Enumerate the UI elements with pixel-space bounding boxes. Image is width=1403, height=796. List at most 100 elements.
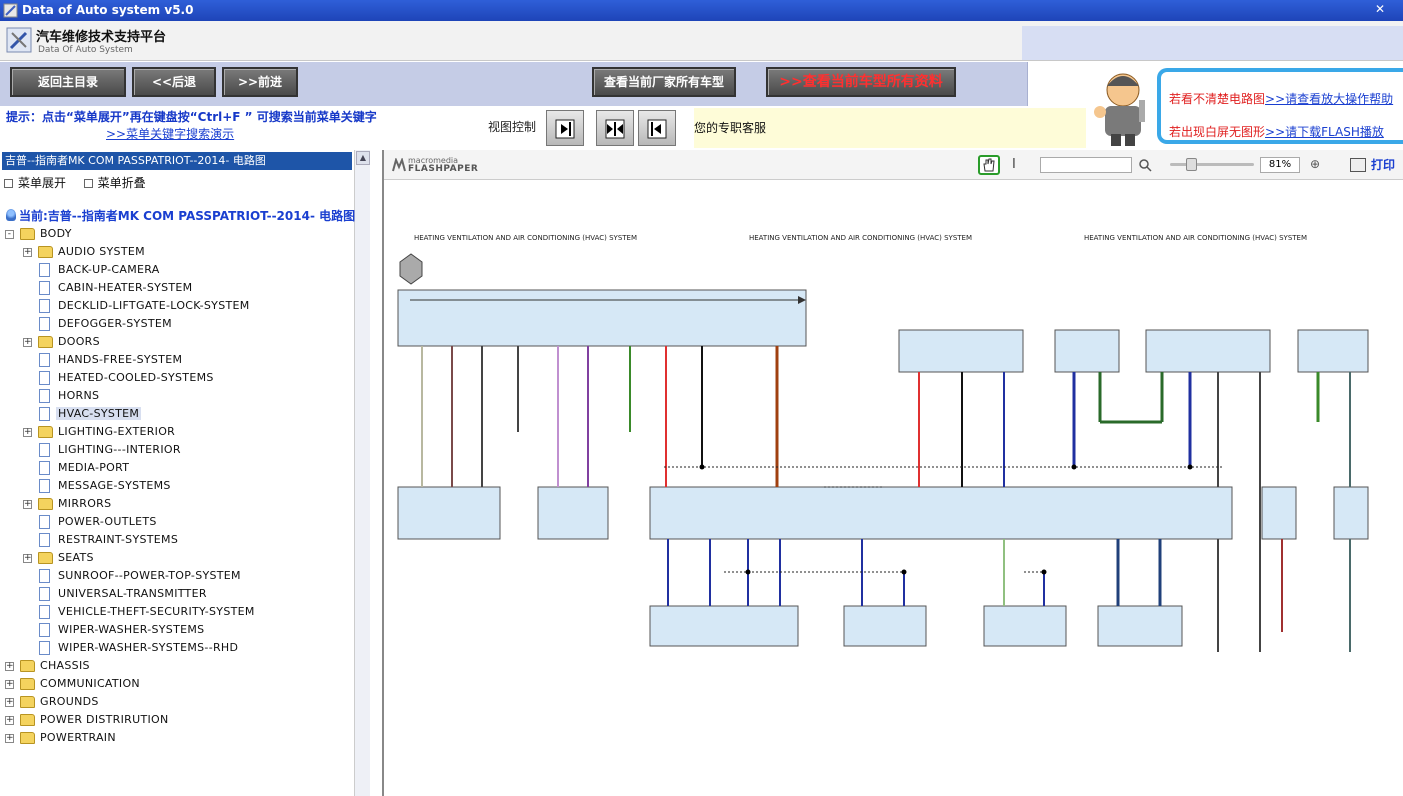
zoom-slider[interactable]	[1170, 163, 1254, 166]
tree-item[interactable]: DEFOGGER-SYSTEM	[0, 316, 354, 334]
wiring-diagram[interactable]: HEATING VENTILATION AND AIR CONDITIONING…	[384, 182, 1403, 796]
tree-item-label: SEATS	[58, 551, 94, 564]
tree-item[interactable]: + DOORS	[0, 334, 354, 352]
tree-item[interactable]: POWER-OUTLETS	[0, 514, 354, 532]
folder-icon	[20, 228, 35, 240]
tree-item[interactable]: VEHICLE-THEFT-SECURITY-SYSTEM	[0, 604, 354, 622]
tree-item[interactable]: SUNROOF--POWER-TOP-SYSTEM	[0, 568, 354, 586]
tree-item[interactable]: + COMMUNICATION	[0, 676, 354, 694]
tree-item-label: HVAC-SYSTEM	[56, 407, 142, 420]
document-icon	[39, 605, 50, 619]
collapse-icon	[83, 179, 93, 188]
platform-title: 汽车维修技术支持平台	[36, 30, 167, 45]
search-demo-link[interactable]: >>菜单关键字搜索演示	[106, 125, 234, 142]
tree-item[interactable]: + GROUNDS	[0, 694, 354, 712]
module-block	[649, 486, 1233, 540]
all-data-button[interactable]: >>查看当前车型所有资料	[766, 67, 956, 97]
hand-tool-icon[interactable]	[978, 155, 1000, 175]
view-control-label: 视图控制	[488, 120, 537, 134]
tree-item[interactable]: HANDS-FREE-SYSTEM	[0, 352, 354, 370]
module-block	[983, 605, 1067, 647]
text-select-icon[interactable]: I	[1012, 157, 1016, 172]
collapse-toggle-icon[interactable]: -	[5, 230, 14, 239]
tree-item[interactable]: + POWERTRAIN	[0, 730, 354, 748]
tree-item[interactable]: CABIN-HEATER-SYSTEM	[0, 280, 354, 298]
module-block	[1054, 329, 1120, 373]
tree-item[interactable]: DECKLID-LIFTGATE-LOCK-SYSTEM	[0, 298, 354, 316]
tree-item[interactable]: + SEATS	[0, 550, 354, 568]
print-icon[interactable]	[1350, 158, 1366, 172]
tree-item[interactable]: + CHASSIS	[0, 658, 354, 676]
tree-item-label: WIPER-WASHER-SYSTEMS--RHD	[58, 641, 239, 654]
expand-toggle-icon[interactable]: +	[5, 698, 14, 707]
expand-toggle-icon[interactable]: +	[23, 428, 32, 437]
back-button[interactable]: <<后退	[132, 67, 216, 97]
expand-toggle-icon[interactable]: +	[23, 554, 32, 563]
tree-item[interactable]: WIPER-WASHER-SYSTEMS--RHD	[0, 640, 354, 658]
split-view-button[interactable]	[596, 110, 634, 146]
maker-models-button[interactable]: 查看当前厂家所有车型	[592, 67, 736, 97]
forward-button[interactable]: >>前进	[222, 67, 298, 97]
tree-item[interactable]: - BODY	[0, 226, 354, 244]
expand-toggle-icon[interactable]: +	[23, 248, 32, 257]
tree-item[interactable]: WIPER-WASHER-SYSTEMS	[0, 622, 354, 640]
expand-right-button[interactable]	[546, 110, 584, 146]
folder-icon	[20, 732, 35, 744]
app-header: 汽车维修技术支持平台 Data Of Auto System	[0, 21, 1403, 61]
flash-help-line: 若出现白屏无图形>>请下载FLASH播放	[1169, 123, 1384, 140]
splice-point	[1187, 464, 1193, 470]
diagram-title-1: HEATING VENTILATION AND AIR CONDITIONING…	[414, 234, 637, 242]
tree-item[interactable]: MESSAGE-SYSTEMS	[0, 478, 354, 496]
menu-collapse-button[interactable]: 菜单折叠	[98, 176, 146, 190]
tree-item-label: AUDIO SYSTEM	[58, 245, 145, 258]
service-text: 您的专职客服	[694, 121, 767, 135]
tree-item[interactable]: + MIRRORS	[0, 496, 354, 514]
document-icon	[39, 281, 50, 295]
splice-point	[699, 464, 705, 470]
module-block	[1297, 329, 1369, 373]
module-block	[1145, 329, 1271, 373]
tree-item[interactable]: HVAC-SYSTEM	[0, 406, 354, 424]
scroll-up-icon[interactable]: ▲	[356, 151, 370, 165]
tree-item[interactable]: LIGHTING---INTERIOR	[0, 442, 354, 460]
tree-item[interactable]: BACK-UP-CAMERA	[0, 262, 354, 280]
tree-item-label: CHASSIS	[40, 659, 90, 672]
print-button[interactable]: 打印	[1371, 156, 1395, 173]
document-icon	[39, 371, 50, 385]
globe-icon	[6, 209, 16, 221]
service-panel: 您的专职客服	[694, 108, 1086, 148]
search-icon[interactable]	[1138, 158, 1152, 172]
zoom-level[interactable]: 81%	[1260, 157, 1300, 173]
tree-item[interactable]: + LIGHTING-EXTERIOR	[0, 424, 354, 442]
tree-item[interactable]: RESTRAINT-SYSTEMS	[0, 532, 354, 550]
expand-toggle-icon[interactable]: +	[5, 680, 14, 689]
tree-item[interactable]: HORNS	[0, 388, 354, 406]
tree-item[interactable]: MEDIA-PORT	[0, 460, 354, 478]
tree-item[interactable]: UNIVERSAL-TRANSMITTER	[0, 586, 354, 604]
zoom-help-text: 若看不清楚电路图	[1169, 92, 1266, 106]
flash-download-link[interactable]: >>请下载FLASH播放	[1265, 125, 1384, 139]
expand-toggle-icon[interactable]: +	[23, 338, 32, 347]
zoom-help-link[interactable]: >>请查看放大操作帮助	[1265, 92, 1393, 106]
menu-expand-button[interactable]: 菜单展开	[18, 176, 66, 190]
module-block	[397, 486, 501, 540]
tree-item[interactable]: + POWER DISTRIRUTION	[0, 712, 354, 730]
menu-scrollbar[interactable]: ▲	[354, 150, 370, 796]
zoom-slider-handle[interactable]	[1186, 158, 1197, 171]
flashpaper-viewer: macromedia FLASHPAPER I 81% ⊕ 打印 HEATING…	[382, 150, 1403, 796]
fit-page-icon[interactable]: ⊕	[1310, 157, 1320, 171]
document-icon	[39, 533, 50, 547]
expand-toggle-icon[interactable]: +	[5, 662, 14, 671]
module-block	[1333, 486, 1369, 540]
tree-item[interactable]: + AUDIO SYSTEM	[0, 244, 354, 262]
close-icon[interactable]: ✕	[1375, 2, 1385, 16]
tree-item[interactable]: HEATED-COOLED-SYSTEMS	[0, 370, 354, 388]
tree-item-label: UNIVERSAL-TRANSMITTER	[58, 587, 207, 600]
find-input[interactable]	[1040, 157, 1132, 173]
home-button[interactable]: 返回主目录	[10, 67, 126, 97]
expand-toggle-icon[interactable]: +	[5, 734, 14, 743]
expand-left-button[interactable]	[638, 110, 676, 146]
expand-toggle-icon[interactable]: +	[23, 500, 32, 509]
brand-bottom: FLASHPAPER	[408, 164, 479, 174]
expand-toggle-icon[interactable]: +	[5, 716, 14, 725]
